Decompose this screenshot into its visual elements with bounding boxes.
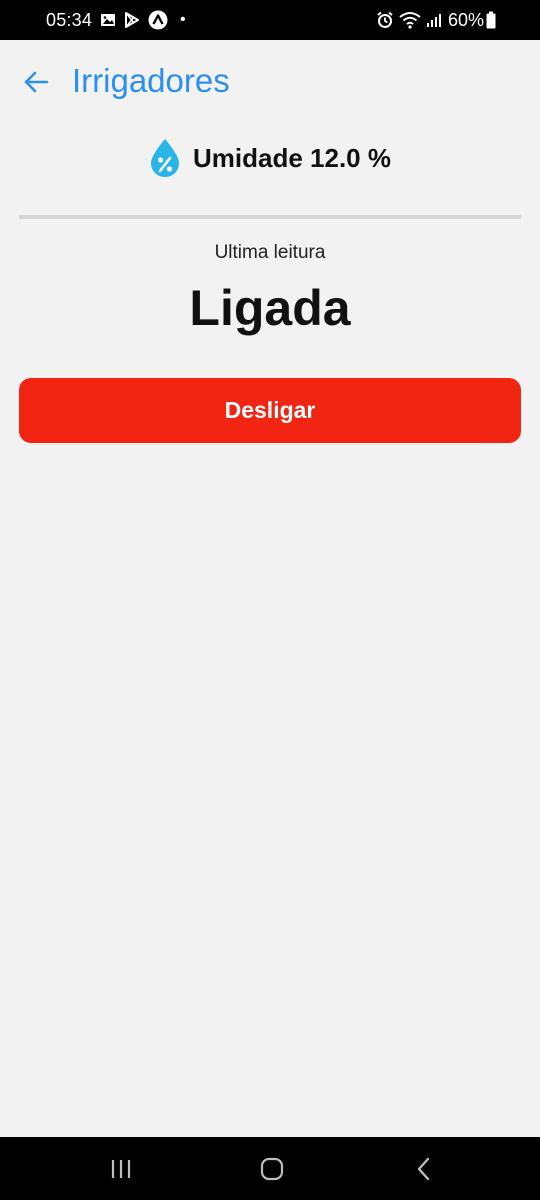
last-reading-label: Ultima leitura (214, 242, 326, 263)
status-right: 60% (371, 0, 496, 40)
back-icon (417, 1157, 430, 1181)
home-button[interactable] (252, 1151, 292, 1187)
alarm-icon (376, 11, 394, 29)
signal-icon (426, 12, 442, 28)
water-drop-percent-icon (149, 138, 181, 178)
irrigator-status: Ligada (189, 280, 351, 336)
play-store-icon (124, 12, 140, 28)
humidity-row: Umidade 12.0 % (0, 136, 540, 180)
app-icon (148, 10, 168, 30)
status-bar: 05:34 • 60% (0, 0, 540, 40)
notification-dot: • (180, 11, 186, 28)
recents-button[interactable] (101, 1151, 141, 1187)
status-time: 05:34 (46, 9, 93, 30)
turn-off-button[interactable]: Desligar (19, 378, 521, 443)
recents-icon (111, 1160, 131, 1178)
wifi-icon (399, 11, 421, 29)
arrow-left-icon (24, 71, 49, 93)
status-left: 05:34 • (46, 0, 186, 40)
divider (19, 215, 521, 219)
app-bar: Irrigadores (0, 40, 540, 122)
navigation-bar (0, 1137, 540, 1200)
nav-back-button[interactable] (404, 1151, 444, 1187)
battery-percent: 60% (447, 9, 484, 30)
home-icon (260, 1157, 284, 1181)
battery-icon (486, 11, 496, 29)
page-title: Irrigadores (72, 62, 230, 99)
gallery-icon (100, 12, 116, 28)
back-button[interactable] (22, 68, 50, 96)
humidity-value: Umidade 12.0 % (193, 142, 391, 173)
